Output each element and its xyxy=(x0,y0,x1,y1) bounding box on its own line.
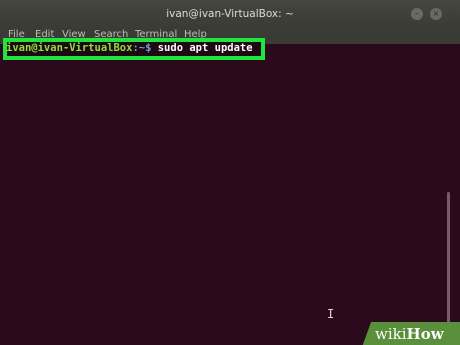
prompt-path: :~$ xyxy=(132,42,152,54)
minimize-button[interactable]: – xyxy=(411,8,423,20)
title-bar[interactable]: ivan@ivan-VirtualBox: ~ – × xyxy=(0,0,460,28)
window-title: ivan@ivan-VirtualBox: ~ xyxy=(166,8,294,20)
command-line[interactable]: ivan@ivan-VirtualBox:~$ sudo apt update xyxy=(6,42,253,54)
command-text: sudo apt update xyxy=(157,42,253,54)
watermark-logo: wikiHow xyxy=(375,325,444,343)
text-cursor-icon: I xyxy=(327,307,335,321)
watermark-how: How xyxy=(406,325,444,343)
scrollbar[interactable] xyxy=(444,52,454,337)
close-button[interactable]: × xyxy=(430,8,442,20)
watermark-wiki: wiki xyxy=(375,325,407,343)
terminal-window: ivan@ivan-VirtualBox: ~ – × File Edit Vi… xyxy=(0,0,460,345)
scrollbar-thumb[interactable] xyxy=(447,192,450,332)
terminal-area[interactable] xyxy=(0,44,460,345)
prompt-user: ivan@ivan-VirtualBox xyxy=(6,42,133,54)
